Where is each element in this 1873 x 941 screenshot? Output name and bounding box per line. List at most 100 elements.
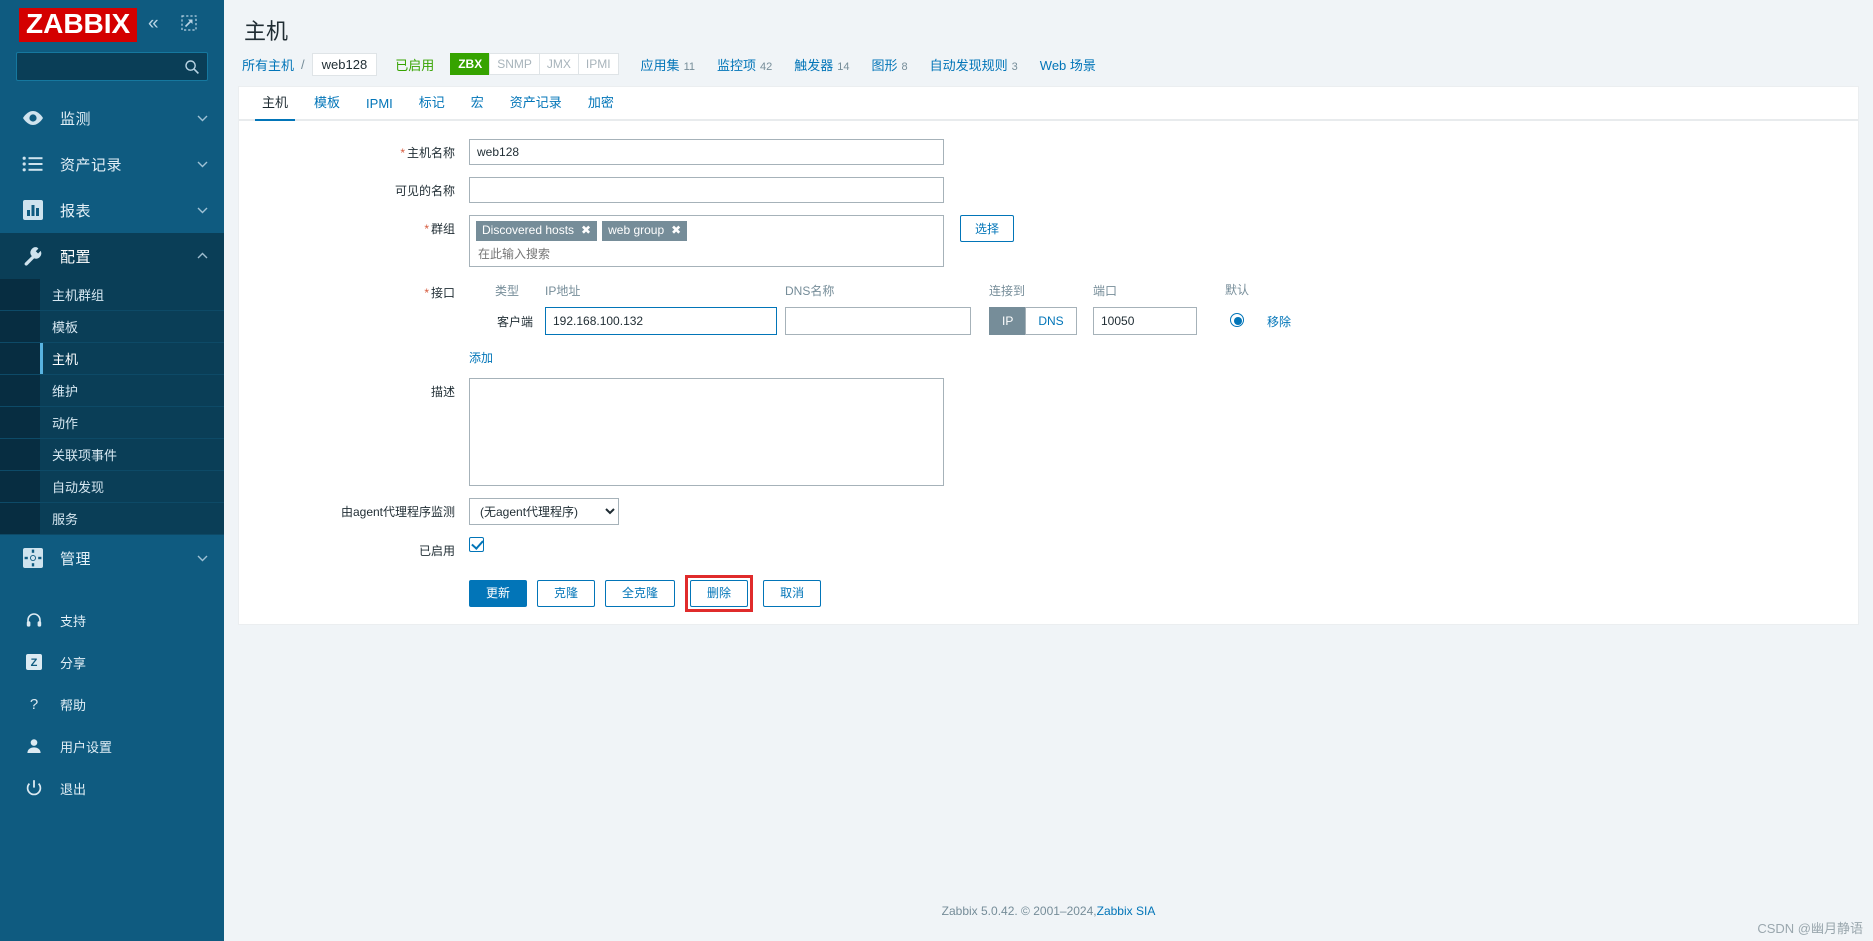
description-textarea[interactable] <box>469 378 944 486</box>
breadcrumb-separator: / <box>301 56 305 72</box>
protocol-badge-snmp[interactable]: SNMP <box>489 53 539 75</box>
link-web-scenarios-label: Web 场景 <box>1039 57 1096 73</box>
field-hostname-row: * 主机名称 <box>239 139 1858 165</box>
collapse-sidebar-icon[interactable]: « <box>148 14 159 33</box>
hostname-input[interactable] <box>469 139 944 165</box>
default-interface-radio[interactable] <box>1230 312 1244 327</box>
sidebar-item-templates[interactable]: 模板 <box>0 311 224 343</box>
svg-text:Z: Z <box>31 657 38 669</box>
expand-sidebar-icon[interactable] <box>180 14 198 32</box>
sidebar-item-configuration[interactable]: 配置 <box>0 233 224 279</box>
proxy-select[interactable]: (无agent代理程序) <box>469 498 619 525</box>
cancel-button[interactable]: 取消 <box>763 580 822 607</box>
link-discovery-rules[interactable]: 自动发现规则 3 <box>930 55 1018 74</box>
sidebar-item-services[interactable]: 服务 <box>0 503 224 535</box>
groups-search-input[interactable] <box>476 246 937 262</box>
host-form: *主机名称 可见的名称 *群组 <box>239 121 1858 612</box>
link-web-scenarios[interactable]: Web 场景 <box>1040 55 1100 74</box>
chevron-down-icon <box>197 159 208 170</box>
remove-chip-icon[interactable]: ✖ <box>581 223 591 238</box>
update-button[interactable]: 更新 <box>469 580 528 607</box>
sidebar-label-event-correlation: 关联项事件 <box>52 448 118 463</box>
breadcrumb-all-hosts[interactable]: 所有主机 <box>242 55 294 74</box>
control-hostname <box>469 139 1858 165</box>
sidebar-item-reports[interactable]: 报表 <box>0 187 224 233</box>
sidebar-item-event-correlation[interactable]: 关联项事件 <box>0 439 224 471</box>
interface-ip-input[interactable] <box>545 307 777 335</box>
tab-host[interactable]: 主机 <box>249 92 301 121</box>
link-triggers[interactable]: 触发器 14 <box>794 55 849 74</box>
search-box[interactable] <box>16 52 208 81</box>
tab-inventory[interactable]: 资产记录 <box>497 92 575 119</box>
visible-name-input[interactable] <box>469 177 944 203</box>
tab-macros[interactable]: 宏 <box>458 92 497 119</box>
full-clone-button[interactable]: 全克隆 <box>605 580 676 607</box>
protocol-badge-jmx[interactable]: JMX <box>538 53 578 75</box>
chevron-down-icon <box>197 113 208 124</box>
footer-link-zabbix-sia[interactable]: Zabbix SIA <box>1097 904 1156 918</box>
tab-ipmi[interactable]: IPMI <box>353 96 406 119</box>
required-marker: * <box>424 222 429 236</box>
remove-interface-link[interactable]: 移除 <box>1267 315 1291 329</box>
interface-row: 客户端 IP DNS <box>469 307 1858 335</box>
group-chip[interactable]: web group ✖ <box>602 221 688 241</box>
zabbix-logo[interactable]: ZABBIX <box>19 8 138 42</box>
sidebar-item-actions[interactable]: 动作 <box>0 407 224 439</box>
sidebar-label-inventory: 资产记录 <box>60 156 123 174</box>
gear-icon <box>20 546 46 570</box>
connect-to-ip-button[interactable]: IP <box>989 307 1026 335</box>
field-proxy-row: 由agent代理程序监测 (无agent代理程序) <box>239 498 1858 525</box>
tab-tags[interactable]: 标记 <box>406 92 458 119</box>
interface-port-input[interactable] <box>1093 307 1197 335</box>
tab-encryption[interactable]: 加密 <box>575 92 627 119</box>
sidebar-item-support[interactable]: 支持 <box>0 599 224 641</box>
sidebar-item-hosts[interactable]: 主机 <box>0 343 224 375</box>
zabbix-share-icon: Z <box>22 653 46 671</box>
sidebar-label-help: 帮助 <box>60 697 87 713</box>
add-interface-link[interactable]: 添加 <box>469 351 493 365</box>
enabled-checkbox[interactable] <box>469 537 484 552</box>
sidebar-item-maintenance[interactable]: 维护 <box>0 375 224 407</box>
tab-templates[interactable]: 模板 <box>301 92 353 119</box>
label-description: 描述 <box>430 385 455 399</box>
clone-button[interactable]: 克隆 <box>537 580 596 607</box>
form-actions-row: 更新 克隆 全克隆 删除 取消 <box>239 575 1858 612</box>
sidebar-label-administration: 管理 <box>60 550 92 568</box>
sidebar-item-inventory[interactable]: 资产记录 <box>0 141 224 187</box>
sidebar-item-discovery[interactable]: 自动发现 <box>0 471 224 503</box>
link-applications-count: 11 <box>683 60 695 73</box>
link-items[interactable]: 监控项 42 <box>717 55 772 74</box>
link-applications[interactable]: 应用集 11 <box>641 55 695 74</box>
sidebar-item-administration[interactable]: 管理 <box>0 535 224 581</box>
interface-port-cell <box>1093 307 1203 335</box>
group-chip[interactable]: Discovered hosts ✖ <box>476 221 598 241</box>
delete-button[interactable]: 删除 <box>690 580 749 607</box>
protocol-badge-ipmi[interactable]: IPMI <box>577 53 619 75</box>
sidebar-item-user-settings[interactable]: 用户设置 <box>0 725 224 767</box>
eye-icon <box>20 106 46 130</box>
sidebar-item-share[interactable]: Z 分享 <box>0 641 224 683</box>
link-items-count: 42 <box>760 60 773 73</box>
interface-dns-input[interactable] <box>785 307 971 335</box>
field-groups-row: * 群组 Discovered hosts ✖ web group ✖ 在此输入… <box>239 215 1858 267</box>
sidebar-label-configuration: 配置 <box>60 248 92 266</box>
sidebar-item-help[interactable]: ? 帮助 <box>0 683 224 725</box>
sidebar-label-share: 分享 <box>60 655 87 671</box>
sidebar-item-signout[interactable]: 退出 <box>0 767 224 809</box>
connect-to-dns-button[interactable]: DNS <box>1025 307 1077 335</box>
protocol-badge-zbx[interactable]: ZBX <box>450 53 490 75</box>
host-status-badge[interactable]: 已启用 <box>395 55 434 74</box>
sidebar-item-monitoring[interactable]: 监测 <box>0 95 224 141</box>
sidebar-search-wrap <box>0 52 224 81</box>
label-monitored-by-proxy: 由agent代理程序监测 <box>340 505 455 519</box>
groups-multiselect[interactable]: Discovered hosts ✖ web group ✖ <box>469 215 944 267</box>
sidebar-header: ZABBIX « <box>0 0 224 52</box>
select-groups-button[interactable]: 选择 <box>960 215 1015 242</box>
interface-default-cell <box>1213 312 1261 330</box>
field-visible-name-row: 可见的名称 <box>239 177 1858 203</box>
header-port: 端口 <box>1093 283 1118 298</box>
link-graphs[interactable]: 图形 8 <box>872 55 908 74</box>
remove-chip-icon[interactable]: ✖ <box>671 223 681 238</box>
search-input[interactable] <box>17 53 207 80</box>
sidebar-item-host-groups[interactable]: 主机群组 <box>0 279 224 311</box>
